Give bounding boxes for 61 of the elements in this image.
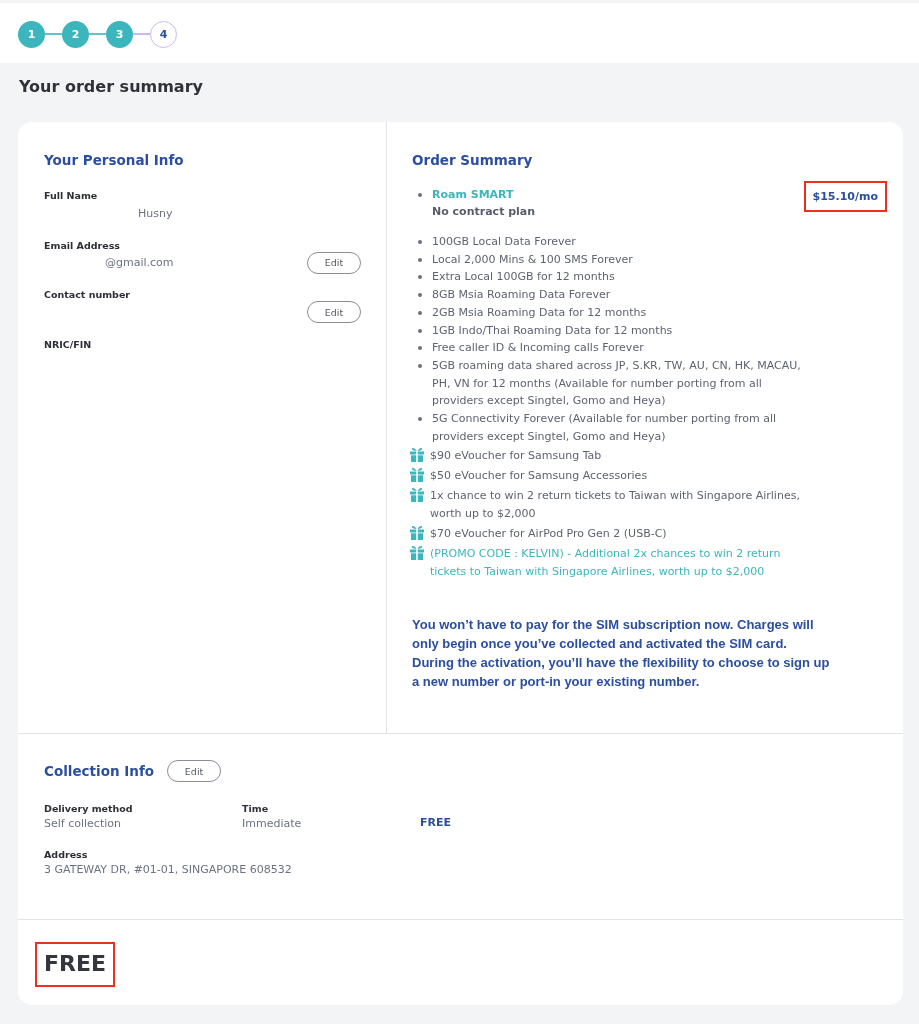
step-indicator: 4 bbox=[150, 20, 177, 48]
plan-name: Roam SMART bbox=[432, 187, 515, 203]
section-title: Collection Info bbox=[44, 762, 155, 782]
perk-text: $50 eVoucher for Samsung Accessories bbox=[430, 468, 648, 485]
gift-icon bbox=[410, 525, 424, 541]
step-indicator: 1 bbox=[18, 20, 45, 48]
bullet-icon bbox=[418, 240, 422, 244]
field-value: Husny bbox=[137, 206, 173, 220]
feature-text: Extra Local 100GB for 12 months bbox=[432, 269, 615, 286]
field-value: Immediate bbox=[242, 815, 303, 832]
bullet-icon bbox=[418, 363, 422, 368]
step-connector bbox=[133, 33, 150, 35]
section-title: Your Personal Info bbox=[44, 151, 185, 170]
feature-text: 2GB Msia Roaming Data for 12 months bbox=[432, 304, 647, 321]
field-label: Full Name bbox=[44, 189, 99, 202]
perk-text: 1x chance to win 2 return tickets to Taiwan with Singapore Airlines, worth up to $2,000 bbox=[430, 488, 801, 523]
field-label: Delivery method bbox=[44, 801, 134, 815]
bullet-icon bbox=[418, 417, 422, 422]
field-value: Self collection bbox=[44, 815, 122, 832]
plan-subtitle: No contract plan bbox=[432, 204, 536, 220]
field-label: Address bbox=[44, 847, 89, 861]
step-connector bbox=[89, 33, 106, 35]
edit-button[interactable]: Edit bbox=[167, 760, 222, 783]
bullet-icon bbox=[418, 275, 422, 280]
feature-text: Free caller ID & Incoming calls Forever bbox=[432, 340, 644, 357]
bullet-icon bbox=[418, 257, 422, 262]
feature-text: 5G Connectivity Forever (Available for number porting from all providers except Singtel, Gomo and Heya) bbox=[432, 411, 778, 445]
perk-text: $70 eVoucher for AirPod Pro Gen 2 (USB-C) bbox=[430, 526, 667, 543]
bullet-icon bbox=[418, 192, 422, 197]
promo-text: (PROMO CODE : KELVIN) - Additional 2x chances to win 2 return tickets to Taiwan with Singapore Airlines, worth up to $2,000 bbox=[430, 546, 782, 581]
delivery-fee: FREE bbox=[420, 814, 451, 830]
edit-button[interactable]: Edit bbox=[307, 301, 361, 323]
step-connector bbox=[45, 33, 62, 35]
perk-text: $90 eVoucher for Samsung Tab bbox=[430, 448, 602, 465]
feature-text: Local 2,000 Mins & 100 SMS Forever bbox=[432, 251, 633, 268]
edit-button[interactable]: Edit bbox=[307, 251, 361, 274]
feature-text: 1GB Indo/Thai Roaming Data for 12 months bbox=[432, 322, 673, 339]
field-label: Contact number bbox=[44, 288, 132, 301]
feature-text: 8GB Msia Roaming Data Forever bbox=[432, 287, 611, 304]
field-label: NRIC/FIN bbox=[44, 337, 93, 351]
section-title: Order Summary bbox=[412, 151, 534, 170]
feature-text: 5GB roaming data shared across JP, S.KR, TW, AU, CN, HK, MACAU, PH, VN for 12 months (Available for number porting from all providers except Singtel, Gomo and Heya) bbox=[432, 357, 802, 410]
total-price: FREE bbox=[35, 941, 116, 987]
field-label: Time bbox=[242, 801, 270, 815]
plan-price: $15.10/mo bbox=[803, 181, 887, 212]
step-indicator: 3 bbox=[106, 20, 133, 48]
page-title: Your order summary bbox=[19, 77, 204, 97]
bullet-icon bbox=[418, 293, 422, 298]
feature-text: 100GB Local Data Forever bbox=[432, 234, 576, 250]
gift-icon bbox=[410, 467, 424, 483]
gift-icon bbox=[410, 545, 424, 561]
bullet-icon bbox=[418, 310, 422, 315]
field-label: Email Address bbox=[44, 238, 121, 252]
bullet-icon bbox=[418, 346, 422, 351]
gift-icon bbox=[410, 447, 424, 463]
gift-icon bbox=[410, 487, 424, 503]
field-value: @gmail.com bbox=[104, 256, 174, 269]
notice-text: You won’t have to pay for the SIM subscription now. Charges will only begin once you’ve collected and activated the SIM card. During the activation, you’ll have the flexibility to choose to sign up a new number or port-in your existing number. bbox=[412, 616, 831, 692]
step-indicator: 2 bbox=[62, 20, 89, 48]
bullet-icon bbox=[418, 328, 422, 333]
address-value: 3 GATEWAY DR, #01-01, SINGAPORE 608532 bbox=[44, 861, 293, 878]
